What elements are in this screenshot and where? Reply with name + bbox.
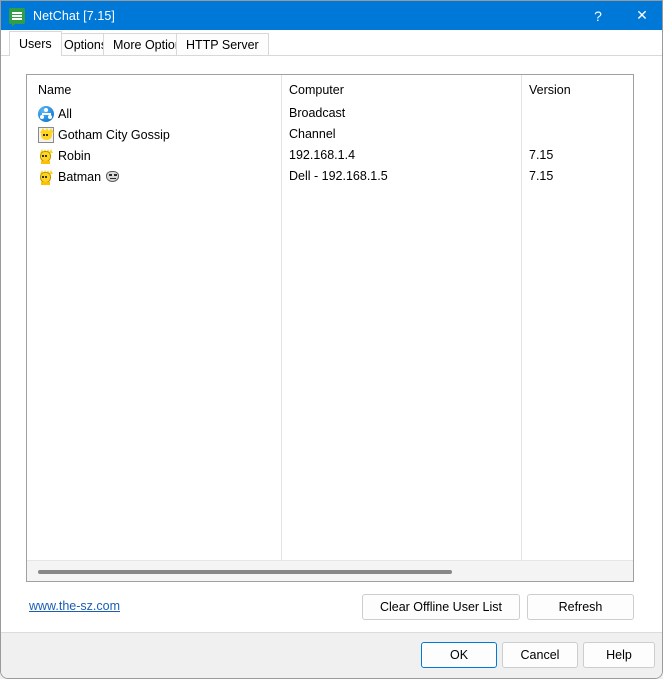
- group-icon: [38, 106, 54, 122]
- refresh-button[interactable]: Refresh: [527, 594, 634, 620]
- chat-bubble-icon: [9, 8, 25, 24]
- table-row[interactable]: Gotham City Gossip Channel: [27, 124, 634, 145]
- column-header-computer[interactable]: Computer: [289, 83, 344, 98]
- row-version-cell: 7.15: [529, 148, 553, 162]
- tab-http-server[interactable]: HTTP Server: [176, 33, 269, 56]
- row-computer-cell: Broadcast: [289, 106, 345, 120]
- title-bar: NetChat [7.15] ? ✕: [1, 1, 663, 30]
- scrollbar-thumb[interactable]: [38, 570, 452, 574]
- user-icon: [38, 148, 54, 164]
- user-icon: [38, 169, 54, 185]
- face-mask-icon: [106, 171, 119, 182]
- cancel-button[interactable]: Cancel: [502, 642, 578, 668]
- dialog-button-bar: OK Cancel Help: [1, 632, 662, 678]
- row-computer-cell: Dell - 192.168.1.5: [289, 169, 388, 183]
- row-name-cell: All: [38, 103, 72, 124]
- horizontal-scrollbar[interactable]: [27, 560, 633, 581]
- row-name-label: Batman: [58, 170, 101, 184]
- help-button[interactable]: Help: [583, 642, 655, 668]
- column-header-name[interactable]: Name: [38, 83, 71, 98]
- row-name-label: Robin: [58, 149, 91, 163]
- table-row[interactable]: All Broadcast: [27, 103, 634, 124]
- netchat-window: NetChat [7.15] ? ✕ Users Options More Op…: [0, 0, 663, 679]
- tab-users[interactable]: Users: [9, 31, 62, 56]
- ok-button[interactable]: OK: [421, 642, 497, 668]
- close-icon[interactable]: ✕: [620, 1, 663, 30]
- row-name-cell: Gotham City Gossip: [38, 124, 170, 145]
- table-row[interactable]: Batman Dell - 192.168.1.5 7.15: [27, 166, 634, 187]
- column-header-version[interactable]: Version: [529, 83, 571, 98]
- row-computer-cell: Channel: [289, 127, 336, 141]
- user-list-body: Name Computer Version All Broadcast: [27, 75, 634, 560]
- channel-icon: [38, 127, 54, 143]
- row-name-cell: Robin: [38, 145, 91, 166]
- row-name-label: Gotham City Gossip: [58, 128, 170, 142]
- row-name-cell: Batman: [38, 166, 119, 187]
- row-version-cell: 7.15: [529, 169, 553, 183]
- website-link[interactable]: www.the-sz.com: [29, 599, 120, 613]
- window-title: NetChat [7.15]: [33, 9, 115, 23]
- table-row[interactable]: Robin 192.168.1.4 7.15: [27, 145, 634, 166]
- window-controls: ? ✕: [576, 1, 663, 30]
- help-icon[interactable]: ?: [576, 1, 620, 30]
- row-name-label: All: [58, 107, 72, 121]
- user-list-view[interactable]: Name Computer Version All Broadcast: [26, 74, 634, 582]
- clear-offline-user-list-button[interactable]: Clear Offline User List: [362, 594, 520, 620]
- tab-strip: Users Options More Options HTTP Server: [1, 30, 663, 56]
- row-computer-cell: 192.168.1.4: [289, 148, 355, 162]
